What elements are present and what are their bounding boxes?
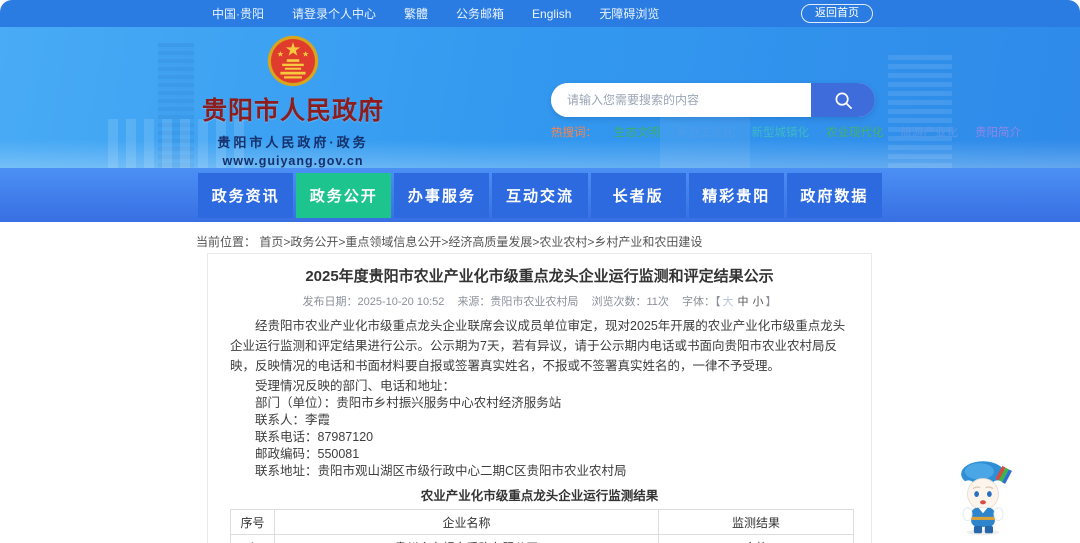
nav-tab-senior-version[interactable]: 长者版 bbox=[590, 172, 686, 218]
article-body: 经贵阳市农业产业化市级重点龙头企业联席会议成员单位审定，现对2025年开展的农业… bbox=[230, 316, 854, 543]
monitoring-results-table: 序号 企业名称 监测结果 1 贵州合力超市采购有限公司 合格 2 贵州友禾种业有… bbox=[230, 509, 854, 543]
table-header-row: 序号 企业名称 监测结果 bbox=[230, 509, 854, 535]
article-source: 来源：贵阳市农业农村局 bbox=[457, 296, 579, 308]
site-logo[interactable]: 贵阳市人民政府 贵阳市人民政府·政务 www.guiyang.gov.cn bbox=[192, 32, 394, 168]
nav-tab-gov-disclosure[interactable]: 政务公开 bbox=[296, 172, 392, 218]
header-monitoring-result: 监测结果 bbox=[658, 509, 854, 535]
content-area: 当前位置： 首页>政务公开>重点领域信息公开>经济高质量发展>农业农村>乡村产业… bbox=[0, 222, 1080, 543]
nav-tab-news[interactable]: 政务资讯 bbox=[198, 172, 294, 218]
site-banner: 贵阳市人民政府 贵阳市人民政府·政务 www.guiyang.gov.cn 热搜… bbox=[0, 27, 1080, 168]
search-button[interactable] bbox=[811, 83, 875, 117]
topbar-link-english[interactable]: English bbox=[532, 7, 571, 21]
contact-intro-line: 受理情况反映的部门、电话和地址： bbox=[255, 379, 456, 393]
banner-base-glow bbox=[0, 140, 1080, 168]
search-icon bbox=[835, 92, 852, 109]
national-emblem-icon bbox=[267, 35, 319, 87]
main-nav-items: 政务资讯 政务公开 办事服务 互动交流 长者版 精彩贵阳 政府数据 bbox=[198, 172, 882, 218]
nav-tab-splendid-guiyang[interactable]: 精彩贵阳 bbox=[688, 172, 784, 218]
hot-term-ecology[interactable]: 生态文明 bbox=[614, 124, 660, 140]
contact-department-line: 部门（单位）：贵阳市乡村振兴服务中心农村经济服务站 bbox=[255, 396, 562, 410]
mascot-doll-icon bbox=[961, 461, 1012, 536]
site-search-bar bbox=[551, 83, 875, 117]
font-size-large-button[interactable]: 大 bbox=[722, 296, 733, 308]
font-size-small-button[interactable]: 小 bbox=[752, 296, 763, 308]
font-size-label-end: 】 bbox=[765, 296, 777, 308]
site-title: 贵阳市人民政府 bbox=[201, 97, 384, 125]
breadcrumb-label: 当前位置： bbox=[196, 235, 257, 249]
table-caption: 农业产业化市级重点龙头企业运行监测结果 bbox=[420, 489, 659, 503]
topbar-link-login-center[interactable]: 请登录个人中心 bbox=[292, 5, 376, 22]
publish-date: 发布日期：2025-10-20 10:52 bbox=[302, 296, 445, 308]
breadcrumb: 当前位置： 首页>政务公开>重点领域信息公开>经济高质量发展>农业农村>乡村产业… bbox=[0, 222, 1080, 250]
nav-tab-interaction[interactable]: 互动交流 bbox=[492, 172, 588, 218]
cell-serial: 1 bbox=[230, 534, 275, 543]
topbar-link-traditional[interactable]: 繁體 bbox=[404, 5, 428, 22]
article-panel: 2025年度贵阳市农业产业化市级重点龙头企业运行监测和评定结果公示 发布日期：2… bbox=[207, 253, 872, 543]
top-utility-bar: 中国·贵阳 请登录个人中心 繁體 公务邮箱 English 无障碍浏览 返回首页 bbox=[0, 0, 1080, 27]
hot-term-guiyang-intro[interactable]: 贵阳简介 bbox=[975, 124, 1021, 140]
cell-company: 贵州合力超市采购有限公司 bbox=[274, 534, 659, 543]
contact-postcode-line: 邮政编码：550081 bbox=[255, 447, 360, 461]
search-input[interactable] bbox=[551, 83, 811, 117]
site-subtitle: 贵阳市人民政府·政务 bbox=[217, 135, 369, 150]
font-size-label: 字体：【 bbox=[681, 296, 721, 308]
breadcrumb-path[interactable]: 首页>政务公开>重点领域信息公开>经济高质量发展>农业农村>乡村产业和农田建设 bbox=[259, 235, 702, 249]
topbar-link-china-guiyang[interactable]: 中国·贵阳 bbox=[212, 5, 264, 22]
header-company-name: 企业名称 bbox=[274, 509, 659, 535]
topbar-link-mailbox[interactable]: 公务邮箱 bbox=[456, 5, 504, 22]
hot-search-row: 热搜词： 生态文明 新型工业化 新型城镇化 农业现代化 旅游产业化 贵阳简介 bbox=[551, 124, 1021, 140]
hot-term-tourism[interactable]: 旅游产业化 bbox=[901, 124, 959, 140]
hot-term-urbanization[interactable]: 新型城镇化 bbox=[752, 124, 810, 140]
hot-term-industrialization[interactable]: 新型工业化 bbox=[677, 124, 735, 140]
mascot-assistant-button[interactable] bbox=[950, 454, 1016, 541]
view-count: 浏览次数：11次 bbox=[591, 296, 669, 308]
contact-address-line: 联系地址：贵阳市观山湖区市级行政中心二期C区贵阳市农业农村局 bbox=[255, 464, 627, 478]
article-meta: 发布日期：2025-10-20 10:52 来源：贵阳市农业农村局 浏览次数：1… bbox=[230, 293, 849, 309]
header-serial-number: 序号 bbox=[230, 509, 275, 535]
article-paragraph: 经贵阳市农业产业化市级重点龙头企业联席会议成员单位审定，现对2025年开展的农业… bbox=[230, 319, 846, 373]
article-title: 2025年度贵阳市农业产业化市级重点龙头企业运行监测和评定结果公示 bbox=[305, 268, 774, 285]
nav-tab-services[interactable]: 办事服务 bbox=[394, 172, 490, 218]
site-url: www.guiyang.gov.cn bbox=[222, 154, 364, 168]
contact-person-line: 联系人：李霞 bbox=[255, 413, 331, 427]
font-size-medium-button[interactable]: 中 bbox=[737, 296, 748, 308]
main-nav-bar: 政务资讯 政务公开 办事服务 互动交流 长者版 精彩贵阳 政府数据 bbox=[0, 168, 1080, 222]
browser-page: 中国·贵阳 请登录个人中心 繁體 公务邮箱 English 无障碍浏览 返回首页 bbox=[0, 0, 1080, 543]
topbar-link-accessibility[interactable]: 无障碍浏览 bbox=[599, 5, 659, 22]
return-home-button[interactable]: 返回首页 bbox=[801, 4, 873, 23]
contact-phone-line: 联系电话：87987120 bbox=[255, 430, 374, 444]
table-row: 1 贵州合力超市采购有限公司 合格 bbox=[230, 534, 854, 543]
cell-result: 合格 bbox=[658, 534, 854, 543]
hot-search-label: 热搜词： bbox=[551, 127, 597, 139]
nav-tab-gov-data[interactable]: 政府数据 bbox=[786, 172, 882, 218]
hot-term-agriculture[interactable]: 农业现代化 bbox=[826, 124, 884, 140]
